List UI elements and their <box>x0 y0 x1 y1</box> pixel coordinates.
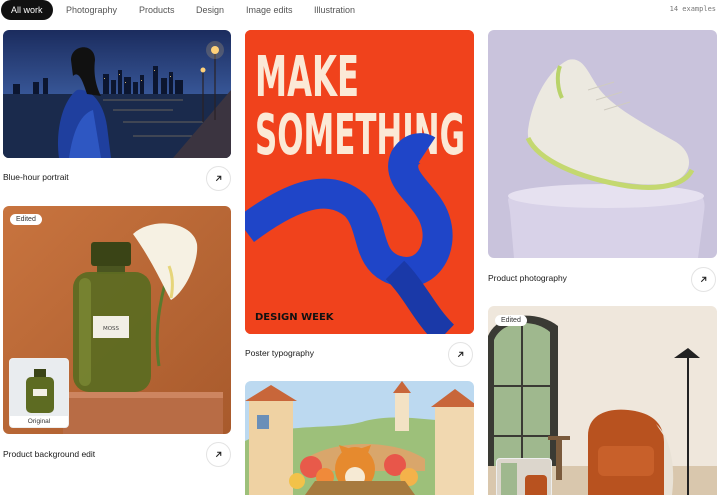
portrait-image <box>3 30 231 158</box>
poster-headline-2: SOMETHING <box>255 103 465 168</box>
filter-bar: All work Photography Products Design Ima… <box>0 0 720 20</box>
open-arrow-button[interactable] <box>691 267 716 292</box>
card-caption: Poster typography <box>245 348 314 358</box>
card-blue-hour-portrait[interactable]: Blue-hour portrait <box>3 30 231 195</box>
examples-count: 14 examples <box>669 5 716 13</box>
poster-headline-1: MAKE <box>255 45 359 110</box>
filter-illustration[interactable]: Illustration <box>314 0 355 20</box>
edited-badge: Edited <box>495 315 527 326</box>
original-thumbnail[interactable]: Original <box>9 358 69 428</box>
card-caption: Product photography <box>488 273 567 283</box>
arrow-up-right-icon <box>700 276 707 283</box>
thumbnail-label: Original <box>10 416 68 427</box>
poster-footer: DESIGN WEEK <box>255 312 335 323</box>
edited-badge: Edited <box>10 214 42 225</box>
filter-products[interactable]: Products <box>139 0 175 20</box>
bottle-label: MOSS <box>103 326 120 332</box>
sneaker-image <box>488 30 717 258</box>
arrow-up-right-icon <box>215 451 222 458</box>
poster-image: MAKE SOMETHING DESIGN WEEK <box>245 30 474 334</box>
filter-image-edits[interactable]: Image edits <box>246 0 293 20</box>
card-product-photography[interactable]: Product photography <box>488 30 717 292</box>
open-arrow-button[interactable] <box>206 442 231 467</box>
card-caption: Product background edit <box>3 449 96 459</box>
card-product-background-edit[interactable]: MOSS Edited Original Product background … <box>3 206 231 468</box>
open-arrow-button[interactable] <box>448 342 473 367</box>
card-caption: Blue-hour portrait <box>3 172 69 182</box>
original-thumbnail[interactable] <box>496 458 552 495</box>
arrow-up-right-icon <box>215 175 222 182</box>
filter-all-work[interactable]: All work <box>1 0 53 20</box>
filter-design[interactable]: Design <box>196 0 224 20</box>
filter-photography[interactable]: Photography <box>66 0 117 20</box>
card-illustrated-village[interactable] <box>245 381 474 495</box>
village-illustration <box>245 381 474 495</box>
card-poster-typography[interactable]: MAKE SOMETHING DESIGN WEEK Poster typogr… <box>245 30 474 367</box>
card-interior-edit[interactable]: Edited <box>488 306 717 495</box>
open-arrow-button[interactable] <box>206 166 231 191</box>
arrow-up-right-icon <box>457 351 464 358</box>
